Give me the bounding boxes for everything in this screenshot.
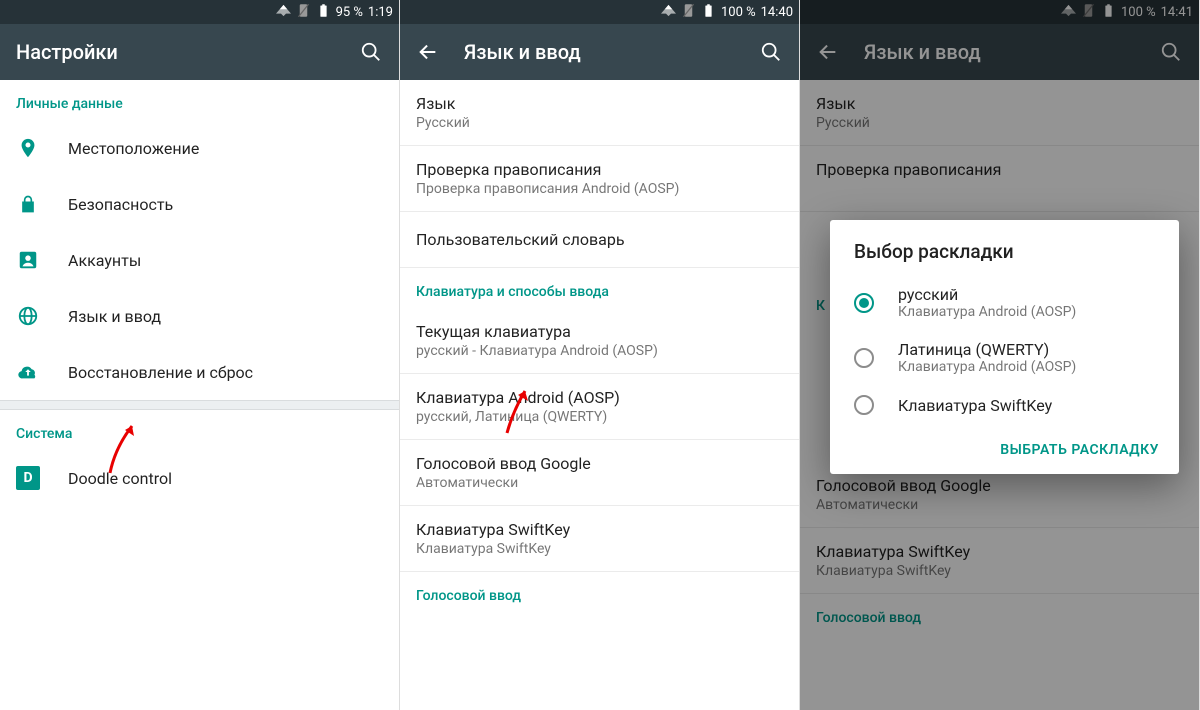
radio-icon [854,348,874,368]
item-language[interactable]: Язык Русский [400,80,799,146]
item-security[interactable]: Безопасность [0,176,399,232]
battery-text: 95 % [336,5,363,20]
item-subtitle: Русский [416,115,783,131]
section-system: Система [0,410,399,450]
item-title: Язык [416,94,783,113]
battery-icon [316,3,331,22]
status-bar: 100 % 14:40 [400,0,799,24]
location-icon [16,136,40,160]
option-title: русский [898,285,1076,304]
item-google-voice[interactable]: Голосовой ввод Google Автоматически [400,440,799,506]
item-accounts[interactable]: Аккаунты [0,232,399,288]
settings-content: Личные данные Местоположение Безопасност… [0,80,399,710]
option-title: Клавиатура SwiftKey [898,396,1052,415]
clock-text: 14:40 [761,5,793,20]
item-subtitle: русский, Латиница (QWERTY) [416,409,783,425]
item-subtitle: русский - Клавиатура Android (AOSP) [416,343,783,359]
option-subtitle: Клавиатура Android (AOSP) [898,304,1076,320]
option-title: Латиница (QWERTY) [898,340,1076,359]
item-language[interactable]: Язык и ввод [0,288,399,344]
page-title: Язык и ввод [464,40,735,64]
item-title: Пользовательский словарь [416,230,783,249]
section-voice: Голосовой ввод [400,572,799,612]
item-label: Язык и ввод [68,307,383,326]
item-subtitle: Клавиатура SwiftKey [416,541,783,557]
lock-icon [16,192,40,216]
item-label: Местоположение [68,139,383,158]
globe-icon [16,304,40,328]
item-current-keyboard[interactable]: Текущая клавиатура русский - Клавиатура … [400,308,799,374]
app-bar: Настройки [0,24,399,80]
battery-text: 100 % [721,5,756,20]
item-label: Аккаунты [68,251,383,270]
dialog-actions: ВЫБРАТЬ РАСКЛАДКУ [830,425,1179,468]
wifi-icon [661,3,676,22]
screen-keyboard-dialog: 100 % 14:41 Язык и ввод Язык Русский Про… [800,0,1200,710]
radio-icon [854,395,874,415]
search-icon[interactable] [759,40,783,64]
screen-settings: 95 % 1:19 Настройки Личные данные Местоп… [0,0,400,710]
back-icon[interactable] [416,40,440,64]
dialog-option-swiftkey[interactable]: Клавиатура SwiftKey [830,385,1179,425]
choose-layout-button[interactable]: ВЫБРАТЬ РАСКЛАДКУ [1000,442,1159,458]
dialog-title: Выбор раскладки [830,220,1179,275]
clock-text: 1:19 [368,5,393,20]
item-label: Восстановление и сброс [68,363,383,382]
sim-icon [296,3,311,22]
item-title: Клавиатура Android (AOSP) [416,388,783,407]
item-label: Безопасность [68,195,383,214]
doodle-icon: D [16,466,40,490]
item-spellcheck[interactable]: Проверка правописания Проверка правописа… [400,146,799,212]
app-bar: Язык и ввод [400,24,799,80]
item-swiftkey[interactable]: Клавиатура SwiftKey Клавиатура SwiftKey [400,506,799,572]
page-title: Настройки [16,40,335,64]
account-icon [16,248,40,272]
item-title: Проверка правописания [416,160,783,179]
language-content: Язык Русский Проверка правописания Прове… [400,80,799,710]
item-backup[interactable]: Восстановление и сброс [0,344,399,400]
section-keyboard: Клавиатура и способы ввода [400,268,799,308]
item-location[interactable]: Местоположение [0,120,399,176]
battery-icon [701,3,716,22]
item-subtitle: Автоматически [416,475,783,491]
item-title: Текущая клавиатура [416,322,783,341]
option-subtitle: Клавиатура Android (AOSP) [898,359,1076,375]
dialog-option-latin[interactable]: Латиница (QWERTY) Клавиатура Android (AO… [830,330,1179,385]
item-aosp-keyboard[interactable]: Клавиатура Android (AOSP) русский, Латин… [400,374,799,440]
item-doodle[interactable]: D Doodle control [0,450,399,506]
keyboard-layout-dialog: Выбор раскладки русский Клавиатура Andro… [830,220,1179,474]
item-label: Doodle control [68,469,383,488]
wifi-icon [276,3,291,22]
item-title: Голосовой ввод Google [416,454,783,473]
cloud-upload-icon [16,360,40,384]
section-divider [0,400,399,410]
dialog-option-russian[interactable]: русский Клавиатура Android (AOSP) [830,275,1179,330]
screen-language-input: 100 % 14:40 Язык и ввод Язык Русский Про… [400,0,800,710]
radio-icon [854,293,874,313]
section-personal: Личные данные [0,80,399,120]
item-subtitle: Проверка правописания Android (AOSP) [416,181,783,197]
search-icon[interactable] [359,40,383,64]
item-dictionary[interactable]: Пользовательский словарь [400,212,799,268]
sim-icon [681,3,696,22]
status-bar: 95 % 1:19 [0,0,399,24]
item-title: Клавиатура SwiftKey [416,520,783,539]
